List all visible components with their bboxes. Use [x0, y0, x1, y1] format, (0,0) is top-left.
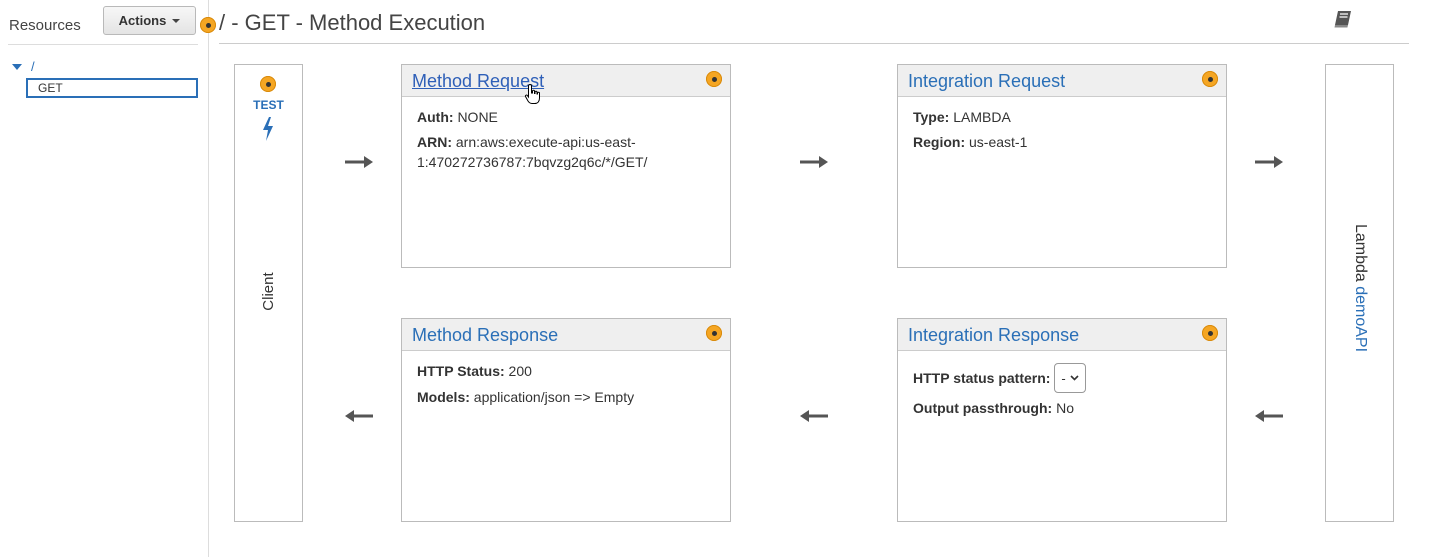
status-pattern-select[interactable]: - [1054, 363, 1086, 393]
http-status-row: HTTP Status: 200 [417, 361, 532, 381]
orange-status-dot-icon[interactable] [1202, 325, 1218, 341]
arrow-right-icon [1255, 156, 1283, 168]
tree-item-root[interactable]: / [12, 59, 35, 74]
integration-request-panel: Integration Request Type: LAMBDA Region:… [897, 64, 1227, 268]
orange-status-dot-icon[interactable] [706, 325, 722, 341]
actions-button[interactable]: Actions [103, 6, 196, 35]
type-label: Type: [913, 109, 950, 125]
orange-status-dot-icon[interactable] [706, 71, 722, 87]
orange-status-dot-icon[interactable] [200, 17, 216, 33]
arrow-left-icon [1255, 410, 1283, 422]
region-value: us-east-1 [969, 134, 1028, 150]
lightning-bolt-icon[interactable] [260, 116, 276, 147]
status-pattern-row: HTTP status pattern: [913, 368, 1050, 388]
http-status-label: HTTP Status: [417, 363, 505, 379]
integration-response-header: Integration Response [898, 319, 1226, 351]
status-pattern-value: - [1061, 370, 1066, 386]
models-value: application/json => Empty [473, 389, 635, 405]
arn-value-line1: arn:aws:execute-api:us-east- [455, 134, 636, 150]
auth-value: NONE [457, 109, 498, 125]
arrow-right-icon [800, 156, 828, 168]
test-link[interactable]: TEST [234, 98, 303, 112]
method-response-panel: Method Response HTTP Status: 200 Models:… [401, 318, 731, 522]
status-pattern-label: HTTP status pattern: [913, 370, 1051, 386]
hand-cursor-icon [524, 83, 542, 110]
passthrough-label: Output passthrough: [913, 400, 1053, 416]
arrow-left-icon [345, 410, 373, 422]
auth-row: Auth: NONE [417, 107, 498, 127]
integration-request-link[interactable]: Integration Request [908, 71, 1065, 92]
page-title: / - GET - Method Execution [219, 10, 486, 35]
expand-triangle-icon[interactable] [12, 63, 22, 70]
passthrough-value: No [1056, 400, 1074, 416]
type-value: LAMBDA [953, 109, 1011, 125]
method-request-header: Method Request [402, 65, 730, 97]
client-label: Client [260, 272, 277, 311]
http-status-value: 200 [508, 363, 532, 379]
resources-title: Resources [9, 17, 81, 34]
models-label: Models: [417, 389, 470, 405]
chevron-down-icon [1070, 375, 1079, 381]
tree-root-label: / [31, 59, 35, 74]
models-row: Models: application/json => Empty [417, 387, 634, 407]
orange-status-dot-icon[interactable] [260, 76, 276, 92]
passthrough-row: Output passthrough: No [913, 398, 1074, 418]
sidebar-border [208, 0, 209, 557]
region-label: Region: [913, 134, 966, 150]
auth-label: Auth: [417, 109, 454, 125]
arrow-right-icon [345, 156, 373, 168]
method-request-panel: Method Request Auth: NONE ARN: arn:aws:e… [401, 64, 731, 268]
region-row: Region: us-east-1 [913, 132, 1027, 152]
arn-label: ARN: [417, 134, 452, 150]
lambda-label: Lambda demoAPI [1351, 193, 1369, 383]
orange-status-dot-icon[interactable] [1202, 71, 1218, 87]
integration-response-panel: Integration Response HTTP status pattern… [897, 318, 1227, 522]
method-response-link[interactable]: Method Response [412, 325, 558, 346]
integration-response-link[interactable]: Integration Response [908, 325, 1079, 346]
arn-row: ARN: arn:aws:execute-api:us-east- 1:4702… [417, 132, 647, 172]
header-divider [219, 43, 1409, 44]
lambda-function-link[interactable]: demoAPI [1352, 286, 1369, 352]
type-row: Type: LAMBDA [913, 107, 1011, 127]
caret-down-icon [172, 18, 181, 23]
book-icon[interactable] [1332, 9, 1354, 34]
integration-request-header: Integration Request [898, 65, 1226, 97]
method-response-header: Method Response [402, 319, 730, 351]
arn-value-line2: 1:470272736787:7bqvzg2q6c/*/GET/ [417, 154, 648, 170]
actions-label: Actions [118, 13, 167, 28]
lambda-prefix: Lambda [1352, 223, 1369, 282]
tree-item-get[interactable]: GET [26, 78, 198, 98]
sidebar-divider [8, 44, 198, 45]
arrow-left-icon [800, 410, 828, 422]
